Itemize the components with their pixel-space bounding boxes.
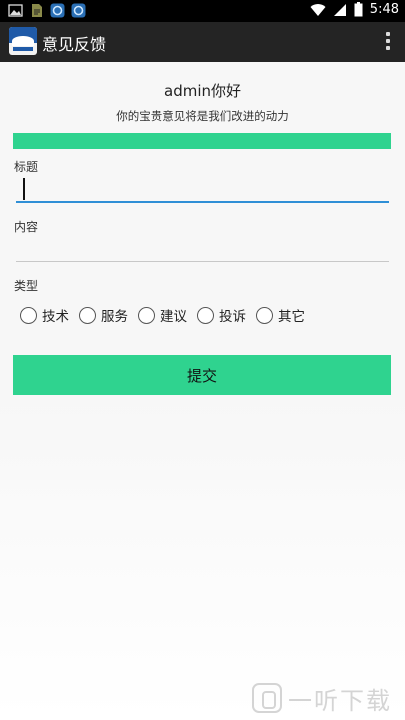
signal-icon (333, 3, 346, 16)
wifi-icon (310, 3, 326, 16)
radio-button[interactable] (256, 306, 273, 324)
radio-button[interactable] (20, 306, 37, 324)
subtitle-text: 你的宝贵意见将是我们改进的动力 (116, 109, 289, 123)
radio-label: 其它 (278, 309, 305, 325)
accent-divider (13, 133, 391, 149)
system-icons: 5:48 (310, 2, 399, 17)
content-input[interactable] (16, 231, 389, 261)
notification-icons (8, 3, 86, 18)
radio-label: 投诉 (219, 309, 246, 325)
action-bar: 意见反馈 (0, 22, 405, 62)
title-input-underline (16, 201, 389, 203)
radio-option-suggestion[interactable]: 建议 (138, 305, 187, 325)
battery-icon (354, 2, 363, 17)
app-logo[interactable] (9, 27, 37, 55)
radio-option-technical[interactable]: 技术 (20, 305, 69, 325)
radio-button[interactable] (138, 306, 155, 324)
image-icon (8, 4, 23, 17)
radio-label: 技术 (42, 309, 69, 325)
app-icon (71, 3, 86, 18)
page-title: 意见反馈 (42, 35, 107, 54)
app-icon (50, 3, 65, 18)
status-time: 5:48 (369, 2, 399, 17)
radio-label: 建议 (160, 309, 187, 325)
file-icon (32, 4, 42, 17)
radio-option-complaint[interactable]: 投诉 (197, 305, 246, 325)
watermark-text: 一听下载 (288, 686, 392, 715)
text-cursor (23, 178, 25, 200)
status-bar: 5:48 (0, 0, 405, 22)
submit-button[interactable]: 提交 (13, 355, 391, 395)
radio-label: 服务 (101, 309, 128, 325)
overflow-menu-icon[interactable] (385, 32, 391, 52)
greeting-text: admin你好 (164, 82, 241, 100)
watermark: 一听下载 (252, 680, 392, 716)
watermark-logo-icon (252, 683, 282, 713)
radio-button[interactable] (197, 306, 214, 324)
type-radio-group: 技术 服务 建议 投诉 其它 (20, 305, 315, 325)
radio-option-service[interactable]: 服务 (79, 305, 128, 325)
radio-option-other[interactable]: 其它 (256, 305, 305, 325)
content-input-underline (16, 261, 389, 262)
radio-button[interactable] (79, 306, 96, 324)
title-input[interactable] (16, 172, 389, 202)
type-label: 类型 (14, 279, 39, 293)
